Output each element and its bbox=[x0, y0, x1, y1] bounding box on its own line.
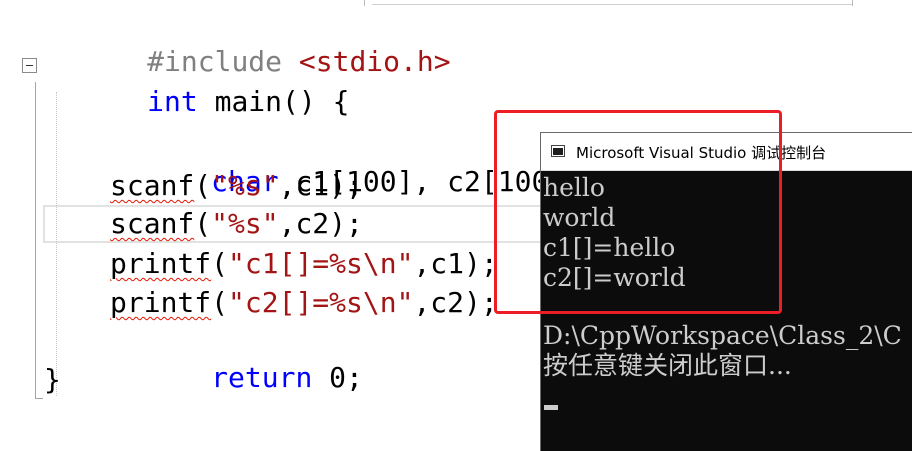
fold-guide-end bbox=[35, 398, 43, 399]
paren-open: ( bbox=[211, 286, 229, 319]
format-string: "%s" bbox=[211, 207, 279, 240]
return-value: 0; bbox=[329, 361, 363, 394]
function-printf: printf bbox=[110, 286, 212, 319]
code-line-close-brace[interactable]: } bbox=[44, 362, 61, 398]
keyword-return: return bbox=[211, 361, 313, 394]
paren-open: ( bbox=[194, 169, 212, 202]
format-string: "c1[]=%s\n" bbox=[228, 247, 414, 280]
tab-fragment[interactable] bbox=[372, 0, 852, 5]
console-cursor bbox=[544, 405, 558, 410]
call-args: ,c2); bbox=[278, 207, 363, 240]
format-string: "%s" bbox=[211, 169, 279, 202]
code-line-scanf-2[interactable]: scanf("%s",c2); bbox=[110, 206, 363, 242]
main-signature: main() { bbox=[214, 85, 350, 118]
console-prompt-line: 按任意键关闭此窗口... bbox=[543, 351, 792, 380]
collapse-icon[interactable] bbox=[22, 58, 37, 73]
call-args: ,c1); bbox=[413, 247, 498, 280]
call-args: ,c2); bbox=[413, 286, 498, 319]
function-printf: printf bbox=[110, 247, 212, 280]
annotation-highlight-box bbox=[494, 110, 782, 314]
function-scanf: scanf bbox=[110, 169, 195, 202]
paren-open: ( bbox=[211, 247, 229, 280]
format-string: "c2[]=%s\n" bbox=[228, 286, 414, 319]
code-line-printf-1[interactable]: printf("c1[]=%s\n",c1); bbox=[110, 246, 498, 282]
code-line-printf-2[interactable]: printf("c2[]=%s\n",c2); bbox=[110, 285, 498, 321]
screenshot-stage: #include <stdio.h> int main() { char c1[… bbox=[0, 0, 912, 451]
keyword-int: int bbox=[147, 85, 198, 118]
code-line-return[interactable]: return 0; bbox=[110, 324, 363, 432]
console-path-line: D:\CppWorkspace\Class_2\C bbox=[543, 321, 902, 350]
paren-open: ( bbox=[194, 207, 212, 240]
fold-guide-line bbox=[35, 82, 36, 398]
closing-brace: } bbox=[44, 363, 61, 396]
call-args: ,c1); bbox=[278, 169, 363, 202]
function-scanf: scanf bbox=[110, 207, 195, 240]
code-line-scanf-1[interactable]: scanf("%s",c1); bbox=[110, 168, 363, 204]
